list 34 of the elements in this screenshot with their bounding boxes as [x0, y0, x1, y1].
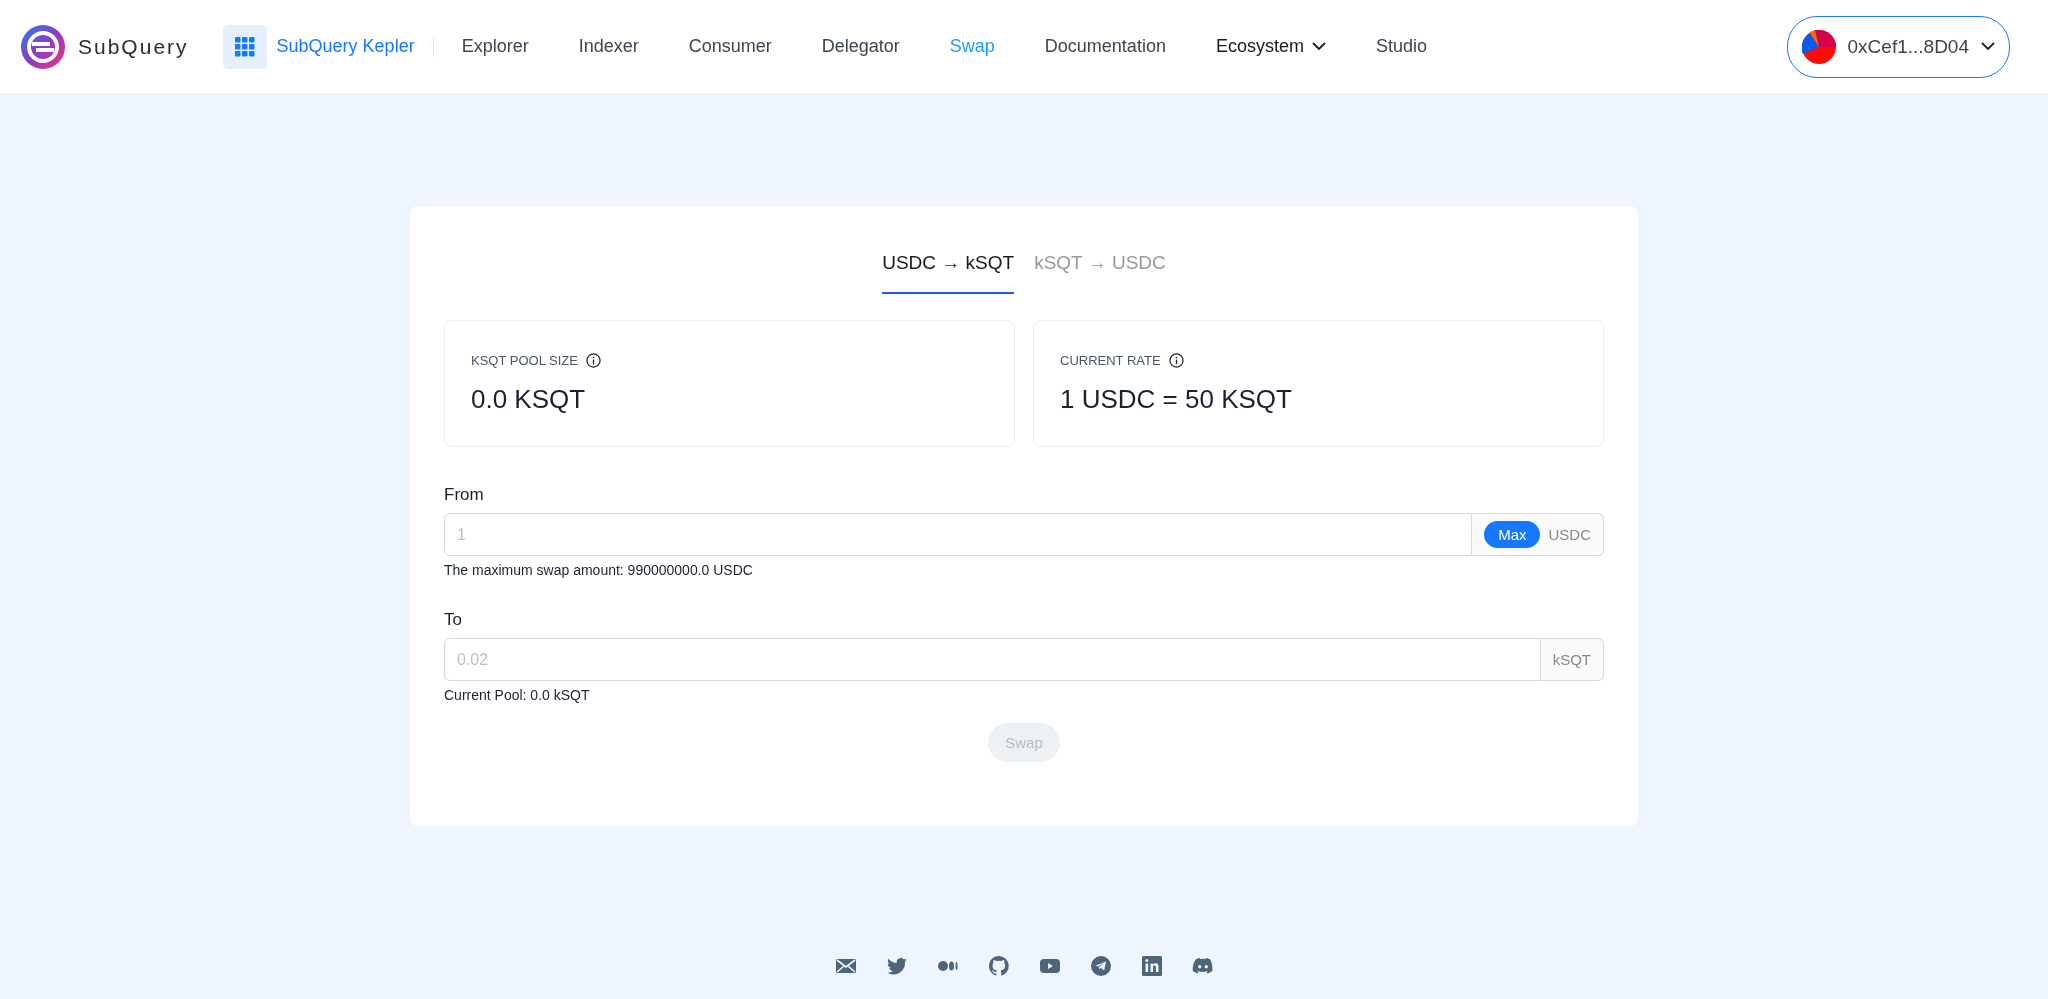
logo-icon: [20, 23, 66, 70]
stat-label: KSQT POOL SIZE: [471, 353, 578, 368]
app-name[interactable]: SubQuery Kepler: [276, 36, 415, 57]
max-button[interactable]: Max: [1484, 521, 1541, 548]
field-label: To: [444, 610, 463, 630]
info-icon[interactable]: [585, 353, 601, 368]
paper-plane-icon[interactable]: [1088, 954, 1113, 978]
cat-icon[interactable]: [986, 954, 1011, 978]
unit-label: USDC: [1548, 526, 1591, 543]
stat-label: CURRENT RATE: [1060, 353, 1161, 368]
amount-input[interactable]: 0.02: [444, 638, 1541, 681]
nav-link[interactable]: Consumer: [688, 36, 772, 57]
amount-input[interactable]: 1: [444, 513, 1473, 556]
nav-link[interactable]: Documentation: [1044, 36, 1166, 57]
hint-text: Current Pool: 0.0 kSQT: [444, 687, 591, 703]
nav-link[interactable]: Delegator: [821, 36, 900, 57]
field-label: From: [444, 485, 485, 505]
wallet-button[interactable]: 0xCef1...8D04: [1786, 15, 2010, 78]
in-square-icon[interactable]: [1139, 954, 1164, 978]
stat-value: 0.0 KSQT: [471, 384, 587, 415]
hint-text: The maximum swap amount: 990000000.0 USDC: [444, 562, 754, 578]
stat-value: 1 USDC = 50 KSQT: [1060, 384, 1293, 415]
nav-link[interactable]: Ecosystem: [1215, 36, 1326, 57]
swap-tab[interactable]: USDC → kSQT: [882, 252, 1015, 294]
unit-addon: kSQT: [1540, 638, 1604, 681]
app-grid-button[interactable]: [222, 24, 267, 69]
logo-text: SubQuery: [78, 34, 189, 59]
avatar-icon: [1801, 29, 1836, 64]
nav-link[interactable]: Studio: [1375, 36, 1427, 57]
caret-icon: [1981, 42, 1995, 51]
nav-link[interactable]: Indexer: [578, 36, 639, 57]
nav-link[interactable]: Explorer: [461, 36, 529, 57]
info-icon[interactable]: [1168, 353, 1184, 368]
grid-icon: [234, 36, 255, 57]
